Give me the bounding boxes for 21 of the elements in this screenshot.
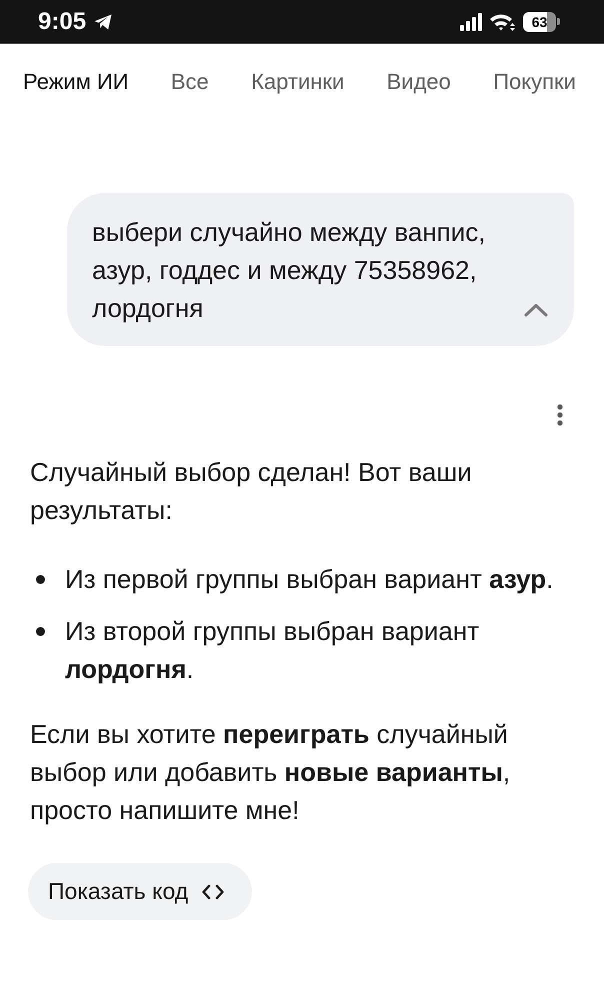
search-tab[interactable]: Видео (386, 68, 451, 96)
search-tab[interactable]: Режим ИИ (23, 68, 129, 96)
response-closing: Если вы хотите переиграть случайный выбор или добавить новые варианты, просто напишите мне! (30, 718, 512, 827)
show-code-button[interactable]: Показать код (28, 863, 252, 920)
result-item: Из первой группы выбран вариант азур. (65, 563, 554, 596)
code-brackets-icon (202, 884, 224, 900)
paper-plane-icon (94, 14, 112, 30)
chevron-icon (524, 303, 548, 317)
wifi-icon (489, 12, 516, 30)
user-message-text: выбери случайно между ванпис, азур, годдес и между 75358962, лордогня (92, 216, 487, 325)
signal-icon (460, 12, 482, 30)
more-vertical-icon (557, 404, 563, 426)
bullet-icon (36, 627, 45, 636)
status-time: 9:05 (38, 10, 86, 34)
search-tab[interactable]: Покупки (493, 68, 576, 96)
response-intro: Случайный выбор сделан! Вот ваши результаты: (30, 456, 473, 527)
bullet-icon (36, 575, 45, 584)
search-tab[interactable]: Картинки (251, 68, 344, 96)
battery-indicator: 63 (523, 12, 560, 32)
result-item: Из второй группы выбран вариант лордогня. (65, 615, 480, 686)
search-tab[interactable]: Все (170, 68, 209, 96)
